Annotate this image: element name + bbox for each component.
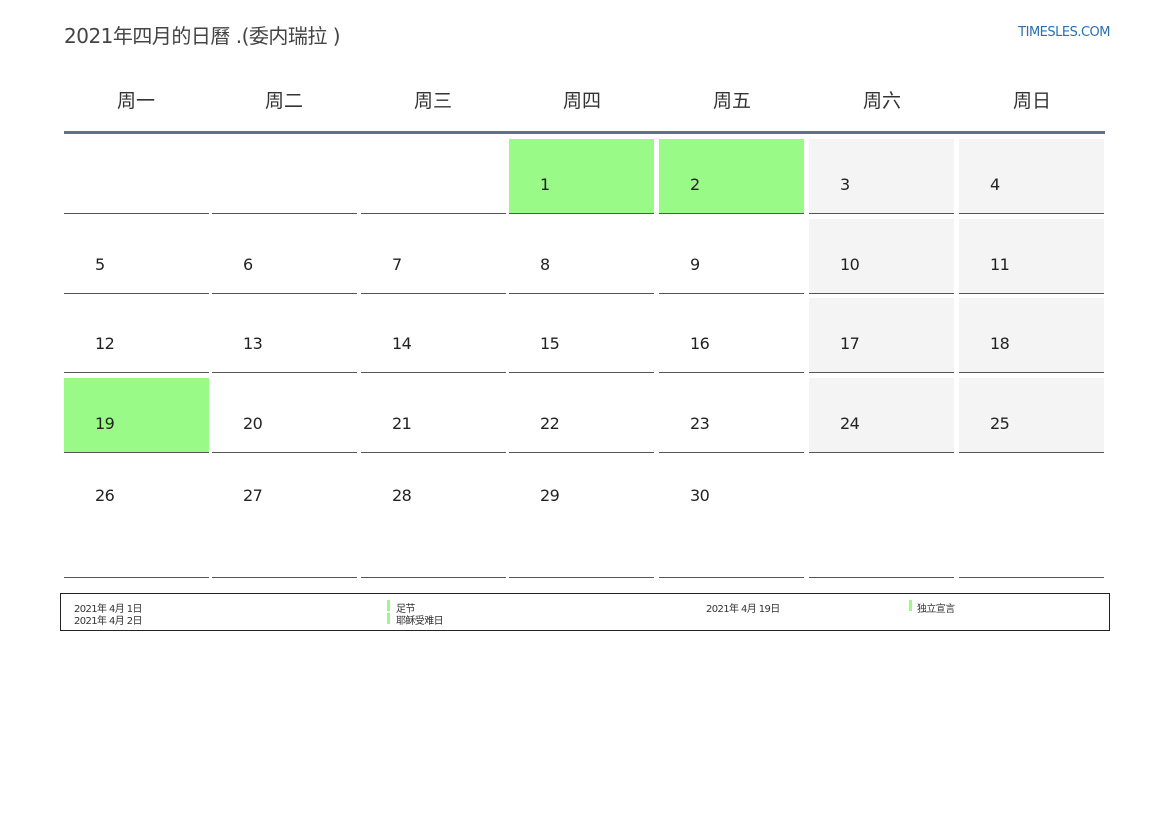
day-number: 6: [243, 255, 253, 274]
legend-marker-1: [387, 600, 390, 611]
day-number: 8: [540, 255, 550, 274]
weekday-header: 周一 周二 周三 周四 周五 周六 周日: [64, 86, 1105, 114]
legend-date-2: 2021年 4月 2日: [74, 616, 143, 627]
day-number: 1: [540, 175, 550, 194]
weekday-sat: 周六: [862, 90, 901, 112]
weekday-wed: 周三: [413, 90, 452, 112]
weekday-fri: 周五: [712, 90, 751, 112]
day-number: 4: [990, 175, 1000, 194]
day-number: 14: [392, 334, 412, 353]
day-cell-6: 6: [212, 219, 357, 294]
day-cell-25: 25: [959, 378, 1104, 453]
legend-marker-3: [909, 600, 912, 611]
day-number: 29: [540, 486, 560, 505]
empty-cell: [361, 139, 506, 214]
weekday-tue: 周二: [264, 90, 303, 112]
day-cell-2: 2: [659, 139, 804, 214]
day-cell-8: 8: [509, 219, 654, 294]
day-cell-16: 16: [659, 298, 804, 373]
day-number: 2: [690, 175, 700, 194]
day-number: 7: [392, 255, 402, 274]
day-cell-24: 24: [809, 378, 954, 453]
day-number: 3: [840, 175, 850, 194]
day-cell-14: 14: [361, 298, 506, 373]
day-number: 19: [95, 414, 115, 433]
day-cell-18: 18: [959, 298, 1104, 373]
day-number: 9: [690, 255, 700, 274]
day-cell-23: 23: [659, 378, 804, 453]
day-number: 13: [243, 334, 263, 353]
day-number: 15: [540, 334, 560, 353]
legend-name-3: 独立宣言: [917, 604, 955, 615]
holiday-legend: 2021年 4月 1日 足节 2021年 4月 2日 耶稣受难日 2021年 4…: [60, 593, 1110, 631]
day-number: 5: [95, 255, 105, 274]
day-cell-29: 29: [509, 458, 654, 578]
weekday-thu: 周四: [562, 90, 601, 112]
empty-cell: [809, 458, 954, 578]
day-cell-19: 19: [64, 378, 209, 453]
day-cell-11: 11: [959, 219, 1104, 294]
day-number: 21: [392, 414, 412, 433]
day-cell-4: 4: [959, 139, 1104, 214]
legend-date-3: 2021年 4月 19日: [706, 604, 780, 615]
day-number: 10: [840, 255, 860, 274]
day-cell-21: 21: [361, 378, 506, 453]
empty-cell: [959, 458, 1104, 578]
day-number: 11: [990, 255, 1010, 274]
day-number: 30: [690, 486, 710, 505]
day-number: 20: [243, 414, 263, 433]
day-cell-12: 12: [64, 298, 209, 373]
day-cell-28: 28: [361, 458, 506, 578]
day-number: 16: [690, 334, 710, 353]
legend-name-2: 耶稣受难日: [396, 616, 444, 627]
day-number: 17: [840, 334, 860, 353]
day-cell-20: 20: [212, 378, 357, 453]
empty-cell: [212, 139, 357, 214]
day-cell-22: 22: [509, 378, 654, 453]
day-cell-15: 15: [509, 298, 654, 373]
day-cell-13: 13: [212, 298, 357, 373]
day-cell-10: 10: [809, 219, 954, 294]
empty-cell: [64, 139, 209, 214]
day-cell-3: 3: [809, 139, 954, 214]
day-number: 22: [540, 414, 560, 433]
day-cell-26: 26: [64, 458, 209, 578]
legend-marker-2: [387, 613, 390, 624]
day-number: 24: [840, 414, 860, 433]
day-cell-17: 17: [809, 298, 954, 373]
weekday-sun: 周日: [1012, 90, 1051, 112]
day-number: 27: [243, 486, 263, 505]
day-cell-1: 1: [509, 139, 654, 214]
day-number: 25: [990, 414, 1010, 433]
day-number: 18: [990, 334, 1010, 353]
day-number: 28: [392, 486, 412, 505]
header-rule: [64, 131, 1105, 134]
site-link[interactable]: TIMESLES.COM: [1018, 25, 1110, 40]
day-number: 26: [95, 486, 115, 505]
day-cell-9: 9: [659, 219, 804, 294]
page-title: 2021年四月的日曆 .(委内瑞拉 ): [64, 24, 341, 48]
day-number: 23: [690, 414, 710, 433]
day-cell-7: 7: [361, 219, 506, 294]
day-cell-27: 27: [212, 458, 357, 578]
day-number: 12: [95, 334, 115, 353]
weekday-mon: 周一: [116, 90, 155, 112]
day-cell-30: 30: [659, 458, 804, 578]
day-cell-5: 5: [64, 219, 209, 294]
